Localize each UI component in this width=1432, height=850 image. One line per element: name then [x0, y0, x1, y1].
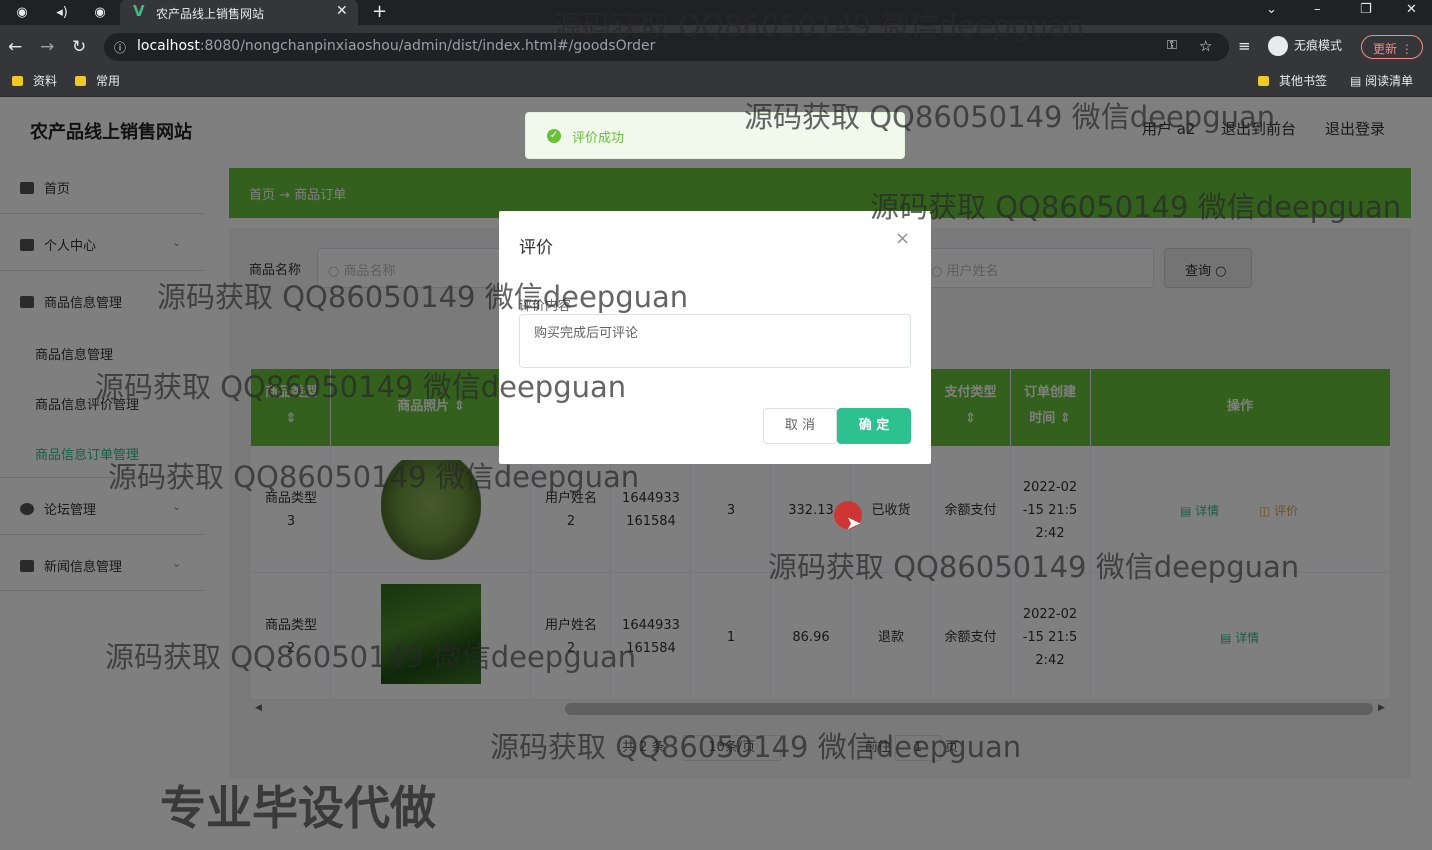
globe-icon[interactable]: ◉ [90, 3, 110, 23]
check-circle-icon: ✓ [547, 129, 561, 143]
back-icon[interactable]: ← [8, 37, 22, 57]
close-tab-icon[interactable]: ✕ [336, 3, 348, 19]
restore-icon[interactable]: ❐ [1360, 2, 1372, 17]
dialog-title: 评价 [519, 238, 553, 258]
tab-title: 农产品线上销售网站 [156, 7, 265, 21]
folder-icon [12, 76, 23, 86]
reading-queue-icon[interactable]: ≡ [1238, 37, 1251, 55]
star-icon[interactable]: ☆ [1199, 37, 1212, 55]
watermark: 源码获取 QQ86050149 微信deepguan [108, 460, 640, 494]
watermark: 源码获取 QQ86050149 微信deepguan [870, 190, 1402, 224]
incognito-icon [1268, 36, 1288, 56]
incognito-indicator[interactable]: 无痕模式 [1268, 36, 1342, 56]
toast-message: 评价成功 [572, 131, 625, 146]
folder-icon [1258, 76, 1269, 86]
info-icon[interactable]: ⓘ [114, 39, 126, 56]
watermark: 源码获取 QQ86050149 微信deepguan [95, 370, 627, 404]
watermark: 源码获取 QQ86050149 微信deepguan [490, 730, 1022, 764]
minimize-icon[interactable]: – [1314, 2, 1321, 17]
globe-icon[interactable]: ◉ [12, 3, 32, 23]
watermark: 源码获取 QQ86050149 微信deepguan [744, 100, 1276, 134]
review-textarea[interactable]: 购买完成后可评论 [519, 314, 911, 368]
chevron-down-icon[interactable]: ⌄ [1266, 2, 1277, 17]
close-icon[interactable]: × [895, 228, 910, 249]
reading-list[interactable]: ▤ 阅读清单 [1350, 72, 1413, 89]
bookmark-folder[interactable]: 资料 [12, 72, 57, 89]
mouse-pointer-icon: ➤ [846, 513, 862, 534]
new-tab-icon[interactable]: + [372, 1, 387, 22]
reading-list-icon: ▤ [1350, 74, 1366, 88]
reload-icon[interactable]: ↻ [72, 37, 86, 57]
watermark: 源码获取 QQ86050149 微信deepguan [768, 550, 1300, 584]
speaker-icon[interactable]: ◂) [52, 3, 72, 23]
folder-icon [75, 76, 86, 86]
watermark: 源码获取 QQ86050149 微信deepguan [157, 280, 689, 314]
key-icon[interactable]: ⚿ [1167, 38, 1177, 53]
other-bookmarks[interactable]: 其他书签 [1258, 72, 1327, 89]
watermark: 源码获取 QQ86050149 微信deepguan [105, 640, 637, 674]
watermark: 源码获取 QQ86050149 微信deepguan [553, 9, 1085, 43]
bookmarks-bar [0, 67, 1432, 97]
cancel-button[interactable]: 取 消 [763, 408, 837, 444]
close-window-icon[interactable]: ✕ [1406, 2, 1417, 17]
update-button[interactable]: 更新 ⋮ [1361, 35, 1423, 59]
watermark-footer: 专业毕设代做 [160, 781, 436, 835]
bookmark-folder[interactable]: 常用 [75, 72, 120, 89]
confirm-button[interactable]: 确 定 [837, 408, 911, 444]
forward-icon[interactable]: → [40, 37, 54, 57]
vue-logo-icon: V [133, 2, 145, 20]
